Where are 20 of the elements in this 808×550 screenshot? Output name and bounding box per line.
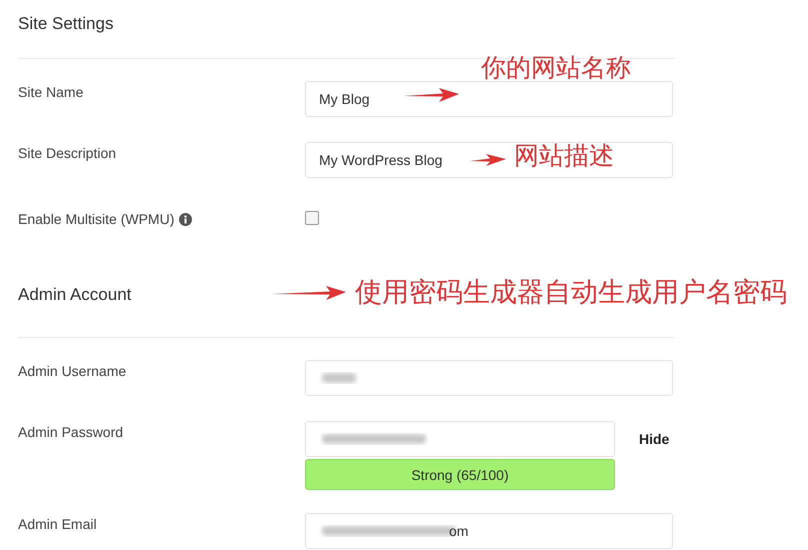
- text-field[interactable]: om: [305, 513, 673, 549]
- hide-link[interactable]: Hide: [639, 431, 670, 447]
- annotation-arrow: [470, 154, 506, 166]
- checkbox[interactable]: [305, 211, 319, 225]
- text-field[interactable]: My Blog: [305, 81, 673, 117]
- section-title: Site Settings: [18, 14, 114, 34]
- section-title: Admin Account: [18, 285, 132, 305]
- field-label: Site Name: [18, 84, 84, 100]
- field-label: Admin Email: [18, 516, 97, 532]
- text-field[interactable]: [305, 360, 673, 396]
- field-label: Admin Username: [18, 363, 126, 379]
- password-field[interactable]: [305, 421, 615, 457]
- password-strength-meter: Strong (65/100): [305, 459, 615, 490]
- field-label: Enable Multisite (WPMU): [18, 211, 174, 227]
- field-label: Site Description: [18, 145, 116, 161]
- annotation-text: 你的网站名称: [481, 55, 631, 80]
- annotation-text: 使用密码生成器自动生成用户名密码: [355, 279, 787, 306]
- info-icon[interactable]: [179, 212, 192, 226]
- field-label: Admin Password: [18, 424, 124, 440]
- annotation-text: 网站描述: [514, 143, 614, 168]
